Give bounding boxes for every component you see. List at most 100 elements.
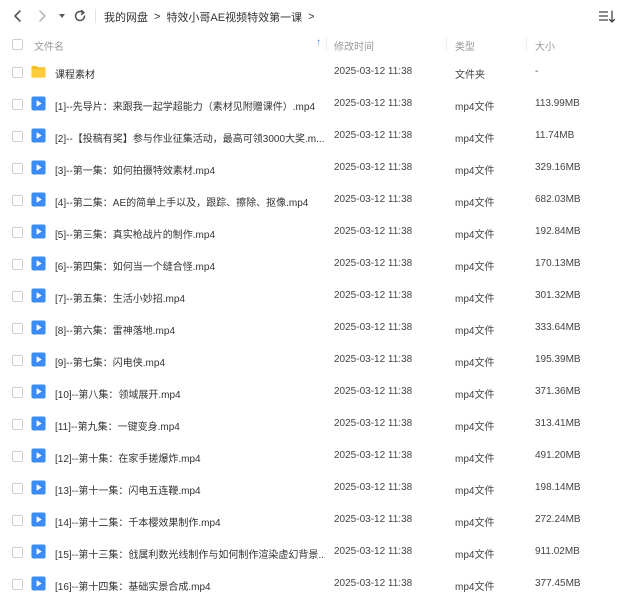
row-checkbox[interactable] [12, 163, 23, 174]
sort-ascending-icon[interactable]: ↑ [316, 37, 321, 48]
file-size: 301.32MB [535, 290, 581, 301]
row-checkbox[interactable] [12, 323, 23, 334]
file-size: 377.45MB [535, 578, 581, 589]
file-size: 170.13MB [535, 258, 581, 269]
row-checkbox[interactable] [12, 195, 23, 206]
file-row[interactable]: [3]--第一集：如何拍摄特效素材.mp4 2025-03-12 11:38 mp4… [0, 152, 624, 184]
file-modified-time: 2025-03-12 11:38 [334, 450, 413, 461]
file-type: mp4文件 [455, 326, 495, 337]
breadcrumb-separator: > [308, 11, 315, 23]
row-checkbox[interactable] [12, 99, 23, 110]
row-checkbox[interactable] [12, 515, 23, 526]
file-row[interactable]: [5]--第三集：真实枪战片的制作.mp4 2025-03-12 11:38 mp4… [0, 216, 624, 248]
row-checkbox[interactable] [12, 483, 23, 494]
row-checkbox[interactable] [12, 547, 23, 558]
file-row[interactable]: [12]--第十集：在家手搓爆炸.mp4 2025-03-12 11:38 mp4文… [0, 440, 624, 472]
file-modified-time: 2025-03-12 11:38 [334, 354, 413, 365]
file-size: 333.64MB [535, 322, 581, 333]
file-row[interactable]: [15]--第十三集：戗属利数光线制作与如何制作渲染虚幻背景... 2025-03… [0, 536, 624, 568]
file-type: mp4文件 [455, 230, 495, 241]
folder-icon [31, 65, 46, 78]
file-row[interactable]: [6]--第四集：如何当一个缝合怪.mp4 2025-03-12 11:38 mp4… [0, 248, 624, 280]
file-size: 11.74MB [535, 130, 575, 141]
breadcrumb-item-current[interactable]: 特效小哥AE视频特效第一课 [166, 9, 302, 25]
file-name: [4]--第二集：AE的简单上手以及，跟踪、擦除、抠像.mp4 [55, 198, 309, 209]
column-divider[interactable] [446, 38, 447, 50]
file-type: mp4文件 [455, 422, 495, 433]
file-modified-time: 2025-03-12 11:38 [334, 514, 413, 525]
row-checkbox[interactable] [12, 67, 23, 78]
file-row[interactable]: [7]--第五集：生活小妙招.mp4 2025-03-12 11:38 mp4文件 3… [0, 280, 624, 312]
file-row[interactable]: [16]--第十四集：基础实景合成.mp4 2025-03-12 11:38 mp4… [0, 568, 624, 600]
refresh-icon [74, 9, 86, 22]
chevron-left-icon [14, 10, 21, 22]
row-checkbox[interactable] [12, 387, 23, 398]
file-type: 文件夹 [455, 70, 485, 81]
file-row[interactable]: [8]--第六集：雷神落地.mp4 2025-03-12 11:38 mp4文件 33… [0, 312, 624, 344]
file-type: mp4文件 [455, 294, 495, 305]
select-all-checkbox[interactable] [12, 39, 23, 50]
file-row[interactable]: 课程素材 2025-03-12 11:38 文件夹 - [0, 56, 624, 88]
file-size: 195.39MB [535, 354, 581, 365]
file-name: [8]--第六集：雷神落地.mp4 [55, 326, 176, 337]
file-type: mp4文件 [455, 198, 495, 209]
row-checkbox[interactable] [12, 131, 23, 142]
column-size-header[interactable]: 大小 [535, 38, 555, 53]
video-file-icon [31, 416, 46, 431]
file-row[interactable]: [10]--第八集：领域展开.mp4 2025-03-12 11:38 mp4文件 3… [0, 376, 624, 408]
file-modified-time: 2025-03-12 11:38 [334, 418, 413, 429]
file-size: 272.24MB [535, 514, 581, 525]
row-checkbox[interactable] [12, 355, 23, 366]
file-name: [5]--第三集：真实枪战片的制作.mp4 [55, 230, 216, 241]
row-checkbox[interactable] [12, 291, 23, 302]
file-type: mp4文件 [455, 454, 495, 465]
file-type: mp4文件 [455, 102, 495, 113]
sort-menu-button[interactable] [598, 9, 616, 25]
file-name: 课程素材 [55, 70, 95, 81]
file-row[interactable]: [11]--第九集：一键变身.mp4 2025-03-12 11:38 mp4文件 3… [0, 408, 624, 440]
file-modified-time: 2025-03-12 11:38 [334, 578, 413, 589]
row-checkbox[interactable] [12, 579, 23, 590]
toolbar: 我的网盘 > 特效小哥AE视频特效第一课 > [0, 0, 624, 32]
row-checkbox[interactable] [12, 227, 23, 238]
history-dropdown-button[interactable] [56, 8, 68, 24]
forward-button[interactable] [34, 8, 50, 24]
file-row[interactable]: [9]--第七集：闪电侠.mp4 2025-03-12 11:38 mp4文件 195… [0, 344, 624, 376]
row-checkbox[interactable] [12, 259, 23, 270]
video-file-icon [31, 512, 46, 527]
row-checkbox[interactable] [12, 451, 23, 462]
column-name-header[interactable]: 文件名 [34, 38, 64, 53]
file-name: [3]--第一集：如何拍摄特效素材.mp4 [55, 166, 216, 177]
video-file-icon [31, 448, 46, 463]
file-row[interactable]: [13]--第十一集：闪电五连鞭.mp4 2025-03-12 11:38 mp4文… [0, 472, 624, 504]
file-size: 491.20MB [535, 450, 581, 461]
video-file-icon [31, 160, 46, 175]
video-file-icon [31, 384, 46, 399]
breadcrumb-item-root[interactable]: 我的网盘 [104, 9, 148, 25]
column-divider[interactable] [526, 38, 527, 50]
file-row[interactable]: [14]--第十二集：千本樱效果制作.mp4 2025-03-12 11:38 mp… [0, 504, 624, 536]
chevron-right-icon [39, 10, 46, 22]
file-type: mp4文件 [455, 390, 495, 401]
file-type: mp4文件 [455, 134, 495, 145]
file-name: [9]--第七集：闪电侠.mp4 [55, 358, 166, 369]
file-row[interactable]: [1]--先导片：来跟我一起学超能力（素材见附赠课件）.mp4 2025-03-1… [0, 88, 624, 120]
refresh-button[interactable] [72, 8, 88, 24]
row-checkbox[interactable] [12, 419, 23, 430]
file-name: [14]--第十二集：千本樱效果制作.mp4 [55, 518, 221, 529]
file-modified-time: 2025-03-12 11:38 [334, 98, 413, 109]
back-button[interactable] [10, 8, 26, 24]
file-size: 329.16MB [535, 162, 581, 173]
file-name: [1]--先导片：来跟我一起学超能力（素材见附赠课件）.mp4 [55, 102, 316, 113]
file-type: mp4文件 [455, 166, 495, 177]
file-type: mp4文件 [455, 582, 495, 593]
column-divider[interactable] [326, 38, 327, 50]
breadcrumb: 我的网盘 > 特效小哥AE视频特效第一课 > [104, 9, 321, 25]
file-modified-time: 2025-03-12 11:38 [334, 66, 413, 77]
video-file-icon [31, 128, 46, 143]
column-time-header[interactable]: 修改时间 [334, 38, 374, 53]
column-type-header[interactable]: 类型 [455, 38, 475, 53]
file-size: 192.84MB [535, 226, 581, 237]
file-row[interactable]: [2]--【投稿有奖】参与作业征集活动，最高可领3000大奖.m... 2025-… [0, 120, 624, 152]
file-row[interactable]: [4]--第二集：AE的简单上手以及，跟踪、擦除、抠像.mp4 2025-03-1… [0, 184, 624, 216]
